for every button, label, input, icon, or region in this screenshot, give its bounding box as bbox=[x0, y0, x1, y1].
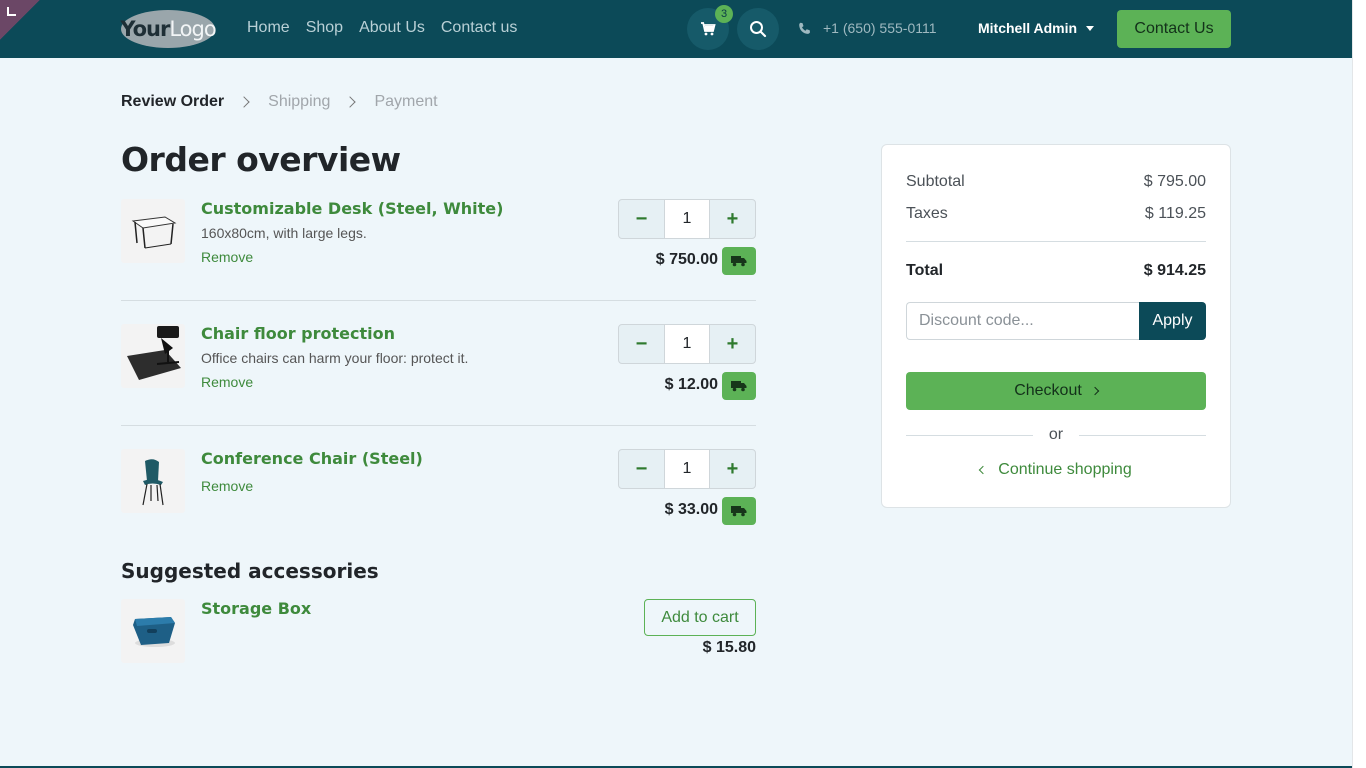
chair-image[interactable] bbox=[121, 449, 185, 513]
suggested-price: $ 15.80 bbox=[702, 639, 756, 656]
chevron-right-icon bbox=[1090, 386, 1100, 396]
remove-link[interactable]: Remove bbox=[201, 374, 253, 390]
corner-mark-icon bbox=[7, 7, 16, 16]
line-divider bbox=[121, 425, 756, 426]
search-button[interactable] bbox=[737, 8, 779, 50]
logo-text-logo: Logo bbox=[169, 17, 216, 41]
taxes-row: Taxes $ 119.25 bbox=[906, 205, 1206, 223]
logo-text-your: Your bbox=[120, 17, 170, 41]
order-summary-card: Subtotal $ 795.00 Taxes $ 119.25 Total $… bbox=[881, 144, 1231, 508]
product-name[interactable]: Conference Chair (Steel) bbox=[201, 449, 423, 468]
cart-line: Conference Chair (Steel) Remove − 1 + $ … bbox=[121, 449, 756, 529]
product-description: 160x80cm, with large legs. bbox=[201, 225, 367, 241]
phone-contact[interactable]: +1 (650) 555-0111 bbox=[798, 20, 937, 36]
page-title: Order overview bbox=[121, 140, 401, 179]
phone-icon bbox=[799, 22, 810, 34]
step-shipping: Shipping bbox=[268, 93, 331, 110]
user-name: Mitchell Admin bbox=[978, 20, 1078, 36]
line-price: $ 750.00 bbox=[655, 251, 718, 268]
line-price: $ 33.00 bbox=[664, 501, 718, 518]
divider-line bbox=[906, 434, 1033, 436]
product-name[interactable]: Storage Box bbox=[201, 599, 311, 618]
subtotal-row: Subtotal $ 795.00 bbox=[906, 173, 1206, 191]
discount-code-input[interactable] bbox=[906, 302, 1139, 340]
add-to-cart-button[interactable]: Add to cart bbox=[644, 599, 756, 636]
plus-button[interactable]: + bbox=[710, 200, 755, 238]
step-review-order: Review Order bbox=[121, 93, 225, 110]
subtotal-value: $ 795.00 bbox=[1143, 173, 1206, 190]
total-label: Total bbox=[906, 262, 944, 279]
checkout-steps: Review Order Shipping Payment bbox=[121, 93, 438, 111]
line-price: $ 12.00 bbox=[664, 376, 718, 393]
plus-button[interactable]: + bbox=[710, 450, 755, 488]
suggested-item: Storage Box Add to cart $ 15.80 bbox=[121, 599, 756, 663]
delivery-truck-icon[interactable] bbox=[722, 497, 756, 525]
cart-line: Chair floor protection Office chairs can… bbox=[121, 324, 756, 404]
scrollbar[interactable] bbox=[1352, 0, 1366, 768]
caret-down-icon bbox=[1086, 25, 1095, 31]
total-value: $ 914.25 bbox=[1143, 262, 1206, 279]
summary-divider bbox=[906, 241, 1206, 242]
cart-button[interactable]: 3 bbox=[687, 5, 733, 50]
storage-box-image[interactable] bbox=[121, 599, 185, 663]
floor-mat-image[interactable] bbox=[121, 324, 185, 388]
storage-box-illustration bbox=[133, 617, 175, 647]
plus-button[interactable]: + bbox=[710, 325, 755, 363]
step-payment: Payment bbox=[374, 93, 438, 110]
continue-shopping-label: Continue shopping bbox=[998, 461, 1132, 478]
product-name[interactable]: Chair floor protection bbox=[201, 324, 395, 343]
suggested-accessories-heading: Suggested accessories bbox=[121, 559, 379, 583]
chair-illustration bbox=[142, 459, 164, 506]
nav-home[interactable]: Home bbox=[247, 19, 290, 37]
delivery-truck-icon[interactable] bbox=[722, 247, 756, 275]
minus-button[interactable]: − bbox=[619, 200, 664, 238]
chevron-right-icon bbox=[238, 96, 250, 108]
total-row: Total $ 914.25 bbox=[906, 262, 1206, 280]
checkout-button[interactable]: Checkout bbox=[906, 372, 1206, 410]
cart-icon bbox=[701, 22, 716, 36]
quantity-input[interactable]: 1 bbox=[664, 325, 710, 363]
remove-link[interactable]: Remove bbox=[201, 478, 253, 494]
site-logo[interactable]: Your Logo bbox=[120, 10, 217, 48]
main-nav: Home Shop About Us Contact us bbox=[247, 19, 517, 37]
minus-button[interactable]: − bbox=[619, 450, 664, 488]
taxes-value: $ 119.25 bbox=[1144, 205, 1206, 222]
subtotal-label: Subtotal bbox=[906, 173, 965, 190]
taxes-label: Taxes bbox=[906, 205, 948, 222]
cart-count-badge: 3 bbox=[715, 5, 733, 23]
quantity-input[interactable]: 1 bbox=[664, 450, 710, 488]
remove-link[interactable]: Remove bbox=[201, 249, 253, 265]
nav-shop[interactable]: Shop bbox=[306, 19, 343, 37]
top-header: Your Logo Home Shop About Us Contact us 3… bbox=[0, 0, 1352, 58]
chevron-left-icon bbox=[979, 465, 988, 475]
quantity-stepper: − 1 + bbox=[618, 324, 756, 364]
or-text: or bbox=[1048, 426, 1064, 443]
checkout-label: Checkout bbox=[1014, 382, 1082, 399]
discount-form: Apply bbox=[906, 302, 1206, 340]
phone-number: +1 (650) 555-0111 bbox=[823, 20, 937, 36]
continue-shopping-link[interactable]: Continue shopping bbox=[906, 461, 1206, 479]
cart-line: Customizable Desk (Steel, White) 160x80c… bbox=[121, 199, 756, 279]
corner-ribbon bbox=[0, 0, 40, 40]
chevron-right-icon bbox=[344, 96, 357, 108]
nav-about-us[interactable]: About Us bbox=[359, 19, 425, 37]
search-icon bbox=[750, 21, 767, 38]
quantity-stepper: − 1 + bbox=[618, 199, 756, 239]
quantity-stepper: − 1 + bbox=[618, 449, 756, 489]
desk-image[interactable] bbox=[121, 199, 185, 263]
contact-us-button[interactable]: Contact Us bbox=[1117, 10, 1231, 48]
nav-contact-us[interactable]: Contact us bbox=[441, 19, 517, 37]
divider-line bbox=[1079, 434, 1207, 436]
minus-button[interactable]: − bbox=[619, 325, 664, 363]
line-divider bbox=[121, 300, 756, 301]
floor-mat-illustration bbox=[127, 326, 181, 380]
product-description: Office chairs can harm your floor: prote… bbox=[201, 350, 469, 366]
quantity-input[interactable]: 1 bbox=[664, 200, 710, 238]
user-menu[interactable]: Mitchell Admin bbox=[978, 20, 1095, 36]
desk-illustration bbox=[131, 216, 177, 249]
or-divider: or bbox=[906, 426, 1207, 444]
product-name[interactable]: Customizable Desk (Steel, White) bbox=[201, 199, 503, 218]
apply-button[interactable]: Apply bbox=[1139, 302, 1206, 340]
delivery-truck-icon[interactable] bbox=[722, 372, 756, 400]
